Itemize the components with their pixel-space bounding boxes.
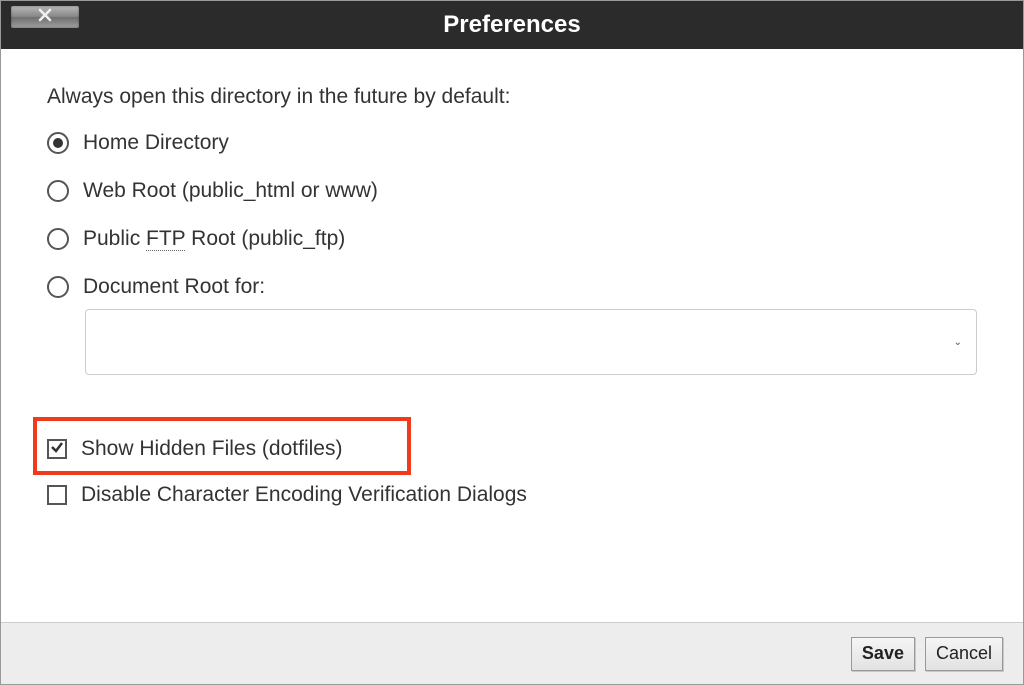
checkbox-icon (47, 439, 67, 459)
checkbox-label: Disable Character Encoding Verification … (81, 483, 527, 507)
prompt-text: Always open this directory in the future… (47, 85, 977, 109)
chevron-down-icon: ⌄ (954, 337, 962, 348)
preferences-dialog: Preferences Always open this directory i… (0, 0, 1024, 685)
radio-icon (47, 180, 69, 202)
radio-public-ftp-root[interactable]: Public FTP Root (public_ftp) (47, 227, 977, 251)
checkbox-label: Show Hidden Files (dotfiles) (81, 437, 342, 461)
dialog-footer: Save Cancel (1, 622, 1023, 684)
checkbox-icon (47, 485, 67, 505)
close-button[interactable] (11, 6, 79, 28)
content-area: Always open this directory in the future… (1, 49, 1023, 622)
radio-web-root[interactable]: Web Root (public_html or www) (47, 179, 977, 203)
radio-label: Home Directory (83, 131, 229, 155)
checkbox-group: Show Hidden Files (dotfiles) Disable Cha… (47, 437, 977, 507)
radio-document-root[interactable]: Document Root for: (47, 275, 977, 299)
cancel-button[interactable]: Cancel (925, 637, 1003, 671)
close-icon (38, 8, 52, 27)
radio-icon (47, 228, 69, 250)
radio-icon (47, 276, 69, 298)
save-button[interactable]: Save (851, 637, 915, 671)
radio-label: Web Root (public_html or www) (83, 179, 378, 203)
radio-label: Document Root for: (83, 275, 265, 299)
dialog-title: Preferences (443, 11, 580, 39)
checkbox-disable-encoding-dialogs[interactable]: Disable Character Encoding Verification … (47, 483, 977, 507)
checkbox-show-hidden-files[interactable]: Show Hidden Files (dotfiles) (47, 437, 977, 461)
checkmark-icon (50, 440, 64, 459)
radio-icon (47, 132, 69, 154)
default-directory-radio-group: Home Directory Web Root (public_html or … (47, 131, 977, 299)
titlebar: Preferences (1, 1, 1023, 49)
radio-label: Public FTP Root (public_ftp) (83, 227, 345, 251)
ftp-abbr: FTP (146, 227, 185, 251)
radio-home-directory[interactable]: Home Directory (47, 131, 977, 155)
document-root-select[interactable]: ⌄ (85, 309, 977, 375)
